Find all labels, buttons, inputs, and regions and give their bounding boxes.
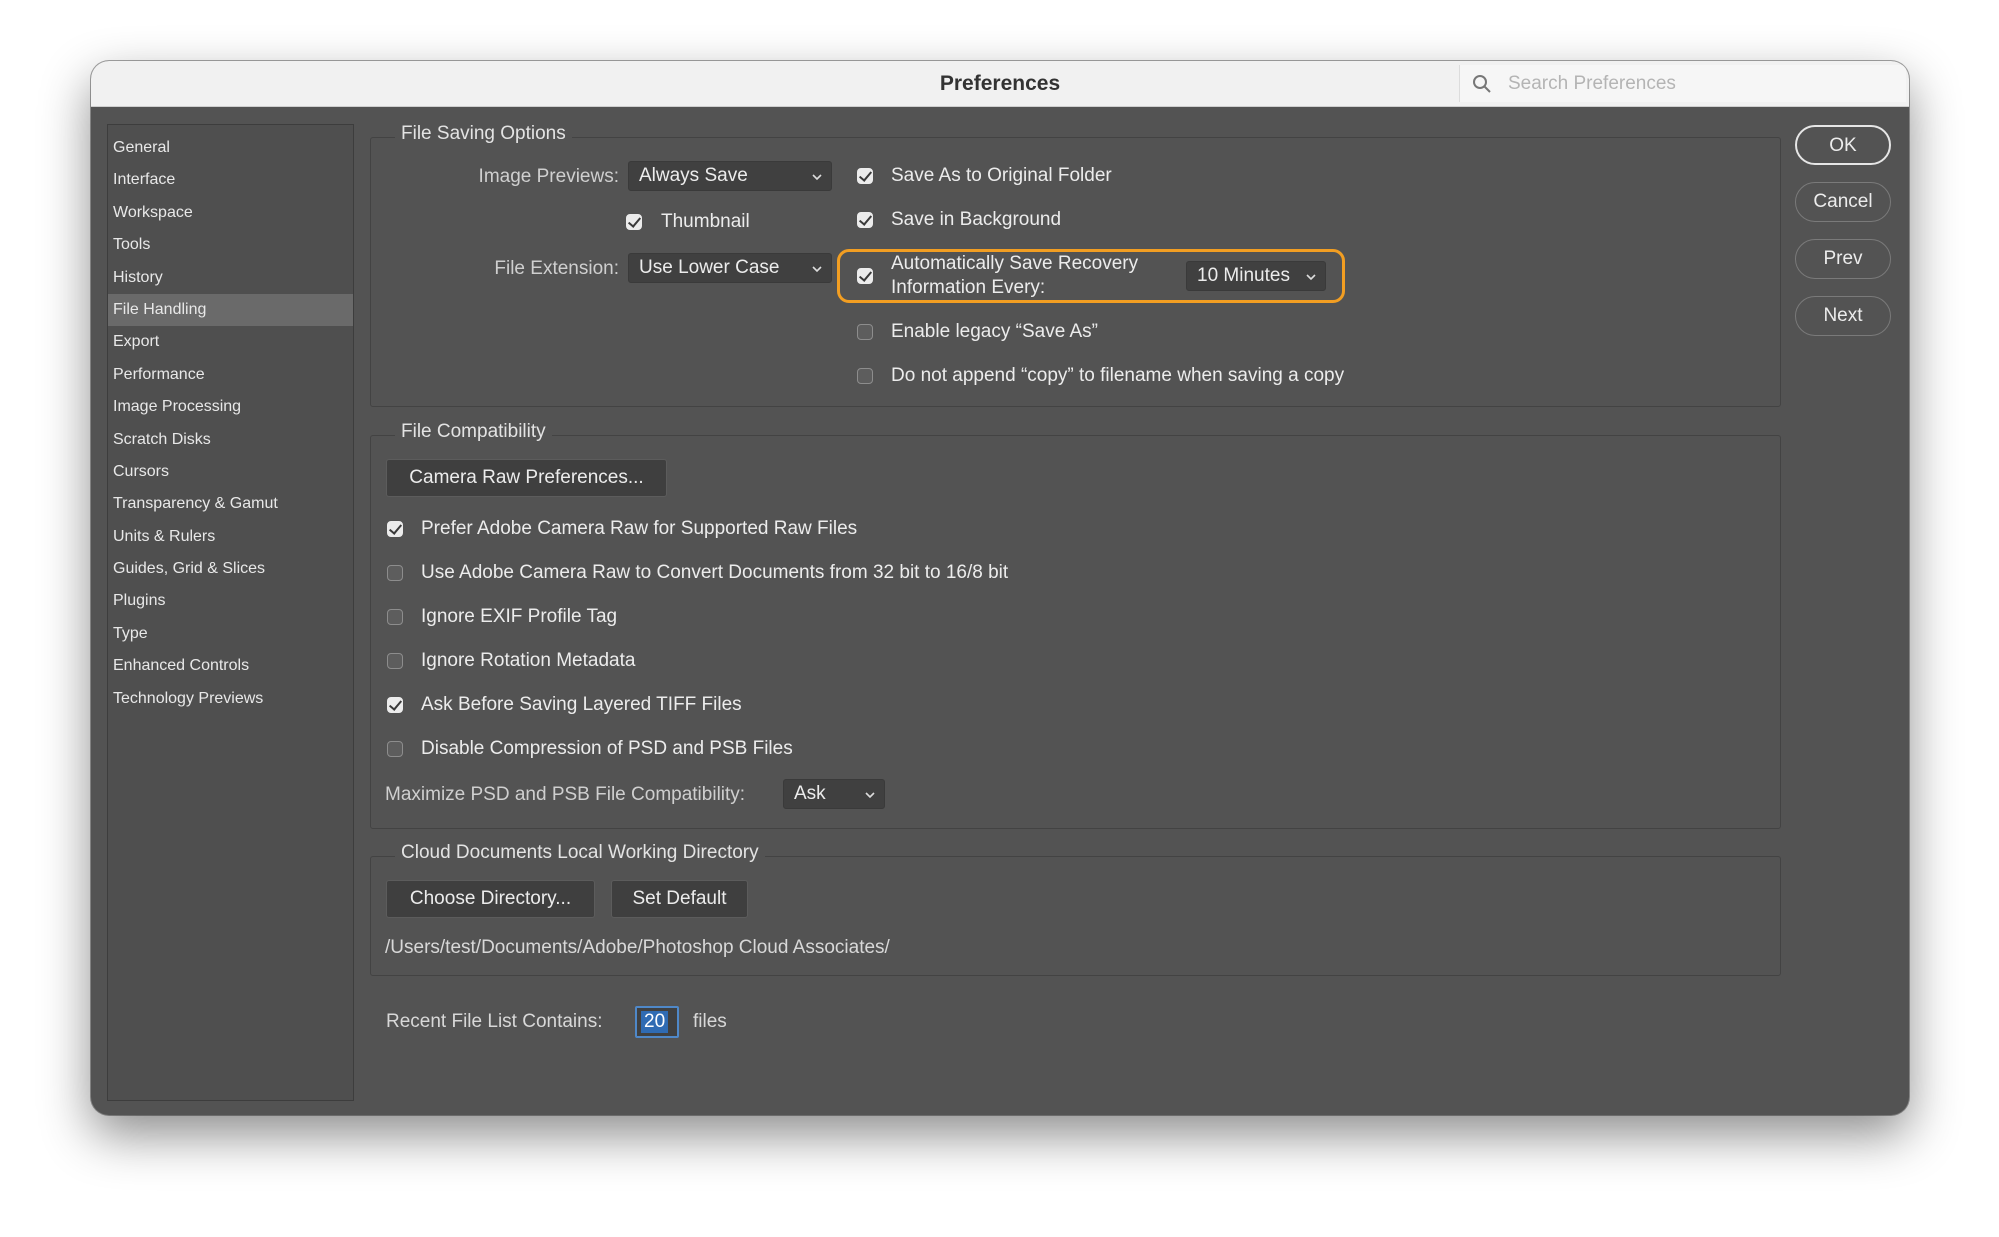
ignore-rotation-label: Ignore Rotation Metadata [421, 650, 636, 671]
auto-save-interval-select[interactable]: 10 Minutes [1186, 261, 1326, 291]
save-background-label: Save in Background [891, 209, 1062, 230]
save-original-folder-label: Save As to Original Folder [891, 165, 1112, 186]
prefer-camera-raw-checkbox[interactable] [387, 521, 403, 537]
thumbnail-label: Thumbnail [661, 211, 750, 232]
ignore-exif-label: Ignore EXIF Profile Tag [421, 606, 618, 627]
ok-button[interactable]: OK [1795, 125, 1891, 165]
sidebar-item-plugins[interactable]: Plugins [108, 585, 353, 617]
save-background-checkbox[interactable] [857, 212, 873, 228]
sidebar-item-export[interactable]: Export [108, 326, 353, 358]
auto-save-label-line1: Automatically Save Recovery [891, 253, 1139, 274]
cancel-button[interactable]: Cancel [1795, 182, 1891, 222]
next-button[interactable]: Next [1795, 296, 1891, 336]
recent-files-value: 20 [641, 1011, 669, 1033]
no-copy-label: Do not append “copy” to filename when sa… [891, 365, 1345, 386]
sidebar-item-type[interactable]: Type [108, 618, 353, 650]
maximize-compat-select[interactable]: Ask [783, 779, 885, 809]
image-previews-select[interactable]: Always Save [628, 161, 832, 191]
search-input[interactable] [1506, 70, 1890, 98]
search-field[interactable] [1459, 65, 1906, 102]
chevron-down-icon [865, 792, 875, 799]
thumbnail-checkbox[interactable] [626, 214, 642, 230]
recent-files-input[interactable]: 20 [635, 1006, 679, 1038]
legacy-save-as-checkbox[interactable] [857, 324, 873, 340]
file-compatibility-title: File Compatibility [395, 421, 552, 443]
sidebar-item-file-handling[interactable]: File Handling [108, 293, 353, 327]
recent-files-label: Recent File List Contains: [386, 1011, 603, 1032]
sidebar-item-enhanced-controls[interactable]: Enhanced Controls [108, 650, 353, 682]
preferences-dialog: Preferences General Interface Workspace … [91, 61, 1909, 1115]
sidebar-item-workspace[interactable]: Workspace [108, 197, 353, 229]
sidebar-item-interface[interactable]: Interface [108, 164, 353, 196]
sidebar-item-general[interactable]: General [108, 132, 353, 164]
sidebar-item-transparency-gamut[interactable]: Transparency & Gamut [108, 488, 353, 520]
prefer-camera-raw-label: Prefer Adobe Camera Raw for Supported Ra… [421, 518, 858, 539]
sidebar-item-cursors[interactable]: Cursors [108, 456, 353, 488]
legacy-save-as-label: Enable legacy “Save As” [891, 321, 1099, 342]
title-bar: Preferences [91, 61, 1909, 107]
file-extension-label: File Extension: [494, 258, 619, 279]
preferences-sidebar: General Interface Workspace Tools Histor… [107, 124, 354, 1101]
convert-32bit-label: Use Adobe Camera Raw to Convert Document… [421, 562, 1009, 583]
prev-button[interactable]: Prev [1795, 239, 1891, 279]
ignore-exif-checkbox[interactable] [387, 609, 403, 625]
auto-save-label-line2: Information Every: [891, 277, 1046, 298]
image-previews-label: Image Previews: [478, 166, 619, 187]
auto-save-checkbox[interactable] [857, 268, 873, 284]
sidebar-item-image-processing[interactable]: Image Processing [108, 391, 353, 423]
maximize-compat-label: Maximize PSD and PSB File Compatibility: [385, 784, 746, 805]
disable-compression-label: Disable Compression of PSD and PSB Files [421, 738, 793, 759]
disable-compression-checkbox[interactable] [387, 741, 403, 757]
ask-layered-tiff-label: Ask Before Saving Layered TIFF Files [421, 694, 742, 715]
cloud-documents-title: Cloud Documents Local Working Directory [395, 842, 765, 864]
sidebar-item-units-rulers[interactable]: Units & Rulers [108, 521, 353, 553]
sidebar-item-guides-grid-slices[interactable]: Guides, Grid & Slices [108, 553, 353, 585]
file-saving-options-title: File Saving Options [395, 123, 572, 145]
chevron-down-icon [812, 174, 822, 181]
image-previews-value: Always Save [639, 165, 748, 186]
sidebar-item-history[interactable]: History [108, 262, 353, 294]
no-copy-checkbox[interactable] [857, 368, 873, 384]
sidebar-item-tools[interactable]: Tools [108, 229, 353, 261]
camera-raw-preferences-button[interactable]: Camera Raw Preferences... [386, 459, 667, 497]
ignore-rotation-checkbox[interactable] [387, 653, 403, 669]
chevron-down-icon [1306, 274, 1316, 281]
search-icon [1473, 75, 1491, 93]
cloud-directory-path: /Users/test/Documents/Adobe/Photoshop Cl… [385, 937, 890, 958]
choose-directory-button[interactable]: Choose Directory... [386, 880, 595, 918]
recent-files-suffix: files [693, 1011, 727, 1032]
sidebar-item-scratch-disks[interactable]: Scratch Disks [108, 424, 353, 456]
ask-layered-tiff-checkbox[interactable] [387, 697, 403, 713]
auto-save-interval-value: 10 Minutes [1197, 265, 1290, 286]
chevron-down-icon [812, 266, 822, 273]
convert-32bit-checkbox[interactable] [387, 565, 403, 581]
set-default-button[interactable]: Set Default [611, 880, 748, 918]
maximize-compat-value: Ask [794, 783, 826, 804]
file-extension-value: Use Lower Case [639, 257, 780, 278]
save-original-folder-checkbox[interactable] [857, 168, 873, 184]
file-extension-select[interactable]: Use Lower Case [628, 253, 832, 283]
sidebar-item-technology-previews[interactable]: Technology Previews [108, 683, 353, 715]
sidebar-item-performance[interactable]: Performance [108, 359, 353, 391]
